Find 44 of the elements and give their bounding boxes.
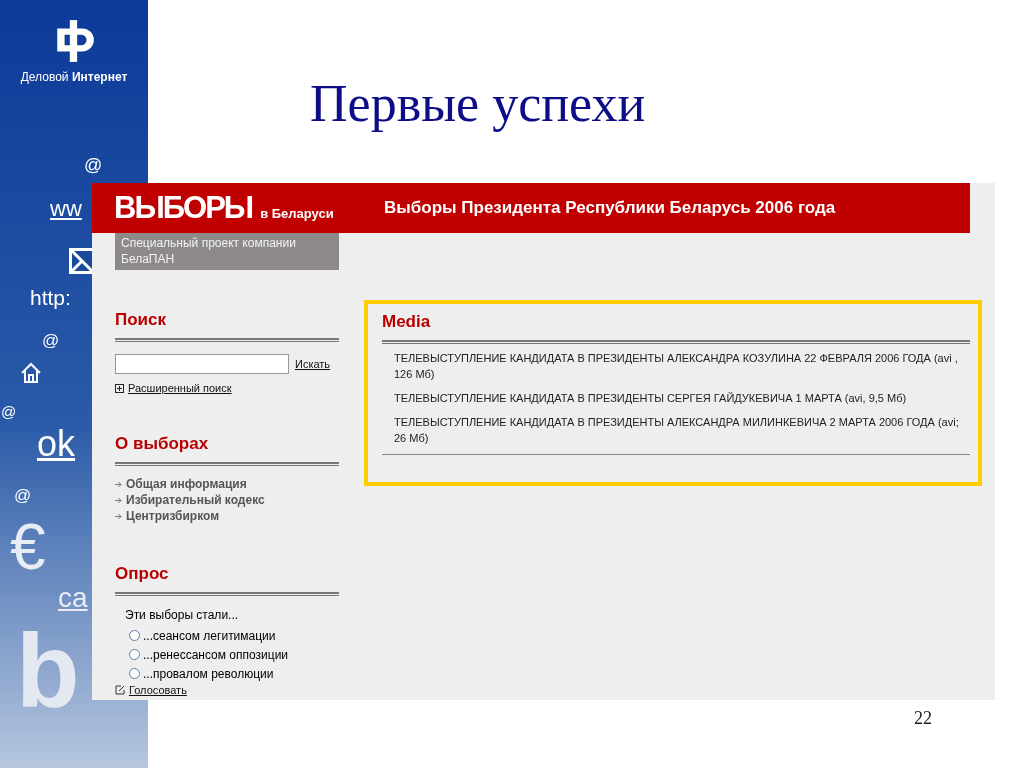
nav-link[interactable]: Избирательный кодекс [126,493,265,507]
radio-button[interactable] [129,649,140,660]
radio-button[interactable] [129,668,140,679]
media-item[interactable]: ТЕЛЕВЫСТУПЛЕНИЕ КАНДИДАТА В ПРЕЗИДЕНТЫ АЛЕКСАНДРА МИЛИНКЕВИЧА 2 МАРТА 2006 ГОДА (avi; 26 Мб) [394,414,970,446]
decorative-text: http: [30,287,71,308]
radio-button[interactable] [129,630,140,641]
search-field[interactable] [115,354,289,374]
slide-title: Первые успехи [310,74,646,133]
option-label: ...сеансом легитимации [143,628,276,643]
search-link[interactable]: Искать [295,358,331,370]
section-heading: О выборах [115,434,210,454]
decorative-text: @ [1,404,17,419]
decorative-text: ca [58,584,88,612]
checkbox-pen-icon [115,685,125,695]
section-heading: Media [382,312,432,332]
nav-link[interactable]: Центризбирком [126,509,220,523]
option-label: ...провалом революции [143,666,274,681]
home-icon [20,362,42,384]
nav-link[interactable]: Общая информация [126,477,247,491]
decorative-text: ok [37,426,76,462]
decorative-text: b [16,618,80,722]
advanced-search-link[interactable]: Расширенный поиск [128,382,232,394]
section-heading: Опрос [115,564,170,584]
vote-link[interactable]: Голосовать [129,684,187,696]
poll-question: Эти выборы стали... [125,608,240,622]
arrow-icon [115,480,122,488]
section-heading: Поиск [115,310,168,330]
site-logo: ВЫБОРЫ [114,190,253,226]
decorative-text: @ [84,156,103,174]
header-title: Выборы Президента Республики Беларусь 2006 года [384,198,836,218]
site-logo-subtitle: в Беларуси [260,206,334,221]
decorative-text: € [10,515,46,579]
logo-caption: Деловой Интернет [20,70,128,84]
arrow-icon [115,496,122,504]
page-number: 22 [914,708,932,729]
media-item[interactable]: ТЕЛЕВЫСТУПЛЕНИЕ КАНДИДАТА В ПРЕЗИДЕНТЫ СЕРГЕЯ ГАЙДУКЕВИЧА 1 МАРТА (avi, 9,5 Мб) [394,390,970,406]
decorative-text: ww [50,198,82,220]
decorative-text: @ [42,332,60,349]
option-label: ...ренессансом оппозиции [143,647,289,662]
tagline-box: Специальный проект компании БелаПАН [115,233,339,270]
decorative-text: @ [14,487,32,504]
media-item[interactable]: ТЕЛЕВЫСТУПЛЕНИЕ КАНДИДАТА В ПРЕЗИДЕНТЫ АЛЕКСАНДРА КОЗУЛИНА 22 ФЕВРАЛЯ 2006 ГОДА (avi , 126 Мб) [394,350,970,382]
expand-icon [115,383,124,393]
arrow-icon [115,512,122,520]
